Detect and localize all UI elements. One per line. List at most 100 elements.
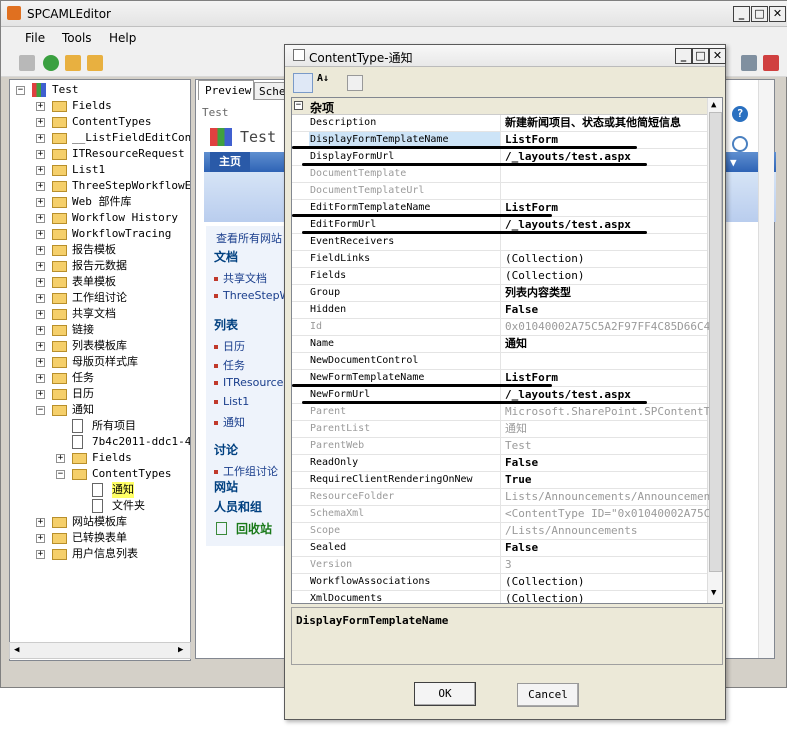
- settings-icon[interactable]: [741, 55, 757, 71]
- category-header[interactable]: − 杂项: [292, 98, 707, 115]
- property-row[interactable]: Fields (Collection): [292, 268, 707, 285]
- property-row[interactable]: Sealed False: [292, 540, 707, 557]
- property-row[interactable]: Scope/Lists/Announcements: [292, 523, 707, 540]
- property-value[interactable]: [503, 234, 709, 251]
- property-row[interactable]: Group 列表内容类型: [292, 285, 707, 302]
- property-value[interactable]: True: [503, 472, 709, 489]
- export-icon[interactable]: [87, 55, 103, 71]
- property-value[interactable]: False: [503, 540, 709, 557]
- expand-icon[interactable]: +: [36, 342, 45, 351]
- property-value[interactable]: [503, 353, 709, 370]
- property-value[interactable]: /Lists/Announcements: [503, 523, 709, 540]
- property-value[interactable]: (Collection): [503, 251, 709, 268]
- expand-icon[interactable]: +: [36, 294, 45, 303]
- property-value[interactable]: (Collection): [503, 574, 709, 591]
- expand-icon[interactable]: +: [36, 278, 45, 287]
- menu-file[interactable]: File: [25, 31, 45, 45]
- menu-tools[interactable]: Tools: [62, 31, 92, 45]
- property-row[interactable]: Name 通知: [292, 336, 707, 353]
- nav-sites[interactable]: 网站: [214, 478, 238, 495]
- property-row[interactable]: DocumentTemplate: [292, 166, 707, 183]
- property-value[interactable]: 通知: [503, 421, 709, 438]
- expand-icon[interactable]: +: [36, 230, 45, 239]
- property-value[interactable]: Test: [503, 438, 709, 455]
- property-value[interactable]: 新建新闻项目、状态或其他简短信息: [503, 115, 709, 132]
- scroll-right-icon[interactable]: ▶: [178, 645, 183, 655]
- property-row[interactable]: ParentList 通知: [292, 421, 707, 438]
- property-row[interactable]: ResourceFolder Lists/Announcements/Announ…: [292, 489, 709, 506]
- scroll-thumb[interactable]: [709, 112, 722, 572]
- property-value[interactable]: Lists/Announcements/Announcement: [503, 489, 709, 506]
- expand-icon[interactable]: +: [36, 358, 45, 367]
- property-row[interactable]: Hidden False: [292, 302, 707, 319]
- save-icon[interactable]: [19, 55, 35, 71]
- property-row[interactable]: ReadOnly False: [292, 455, 707, 472]
- expand-icon[interactable]: +: [36, 214, 45, 223]
- property-value[interactable]: 列表内容类型: [503, 285, 709, 302]
- property-row[interactable]: Parent Microsoft.SharePoint.SPContentType: [292, 404, 709, 421]
- tree-hscrollbar[interactable]: ◀ ▶: [9, 642, 191, 659]
- property-row[interactable]: FieldLinks (Collection): [292, 251, 707, 268]
- property-row[interactable]: Id 0x01040002A75C5A2F97FF4C85D66C45CD: [292, 319, 709, 336]
- scroll-down-icon[interactable]: ▼: [711, 588, 716, 598]
- property-value[interactable]: 通知: [503, 336, 709, 353]
- property-row[interactable]: RequireClientRenderingOnNew True: [292, 472, 707, 489]
- property-value[interactable]: (Collection): [503, 268, 709, 285]
- property-row[interactable]: Description 新建新闻项目、状态或其他简短信息: [292, 115, 707, 132]
- collapse-icon[interactable]: −: [36, 406, 45, 415]
- tab-home[interactable]: 主页: [210, 152, 250, 172]
- dropdown-icon[interactable]: ▼: [730, 156, 737, 169]
- menu-help[interactable]: Help: [109, 31, 136, 45]
- collapse-icon[interactable]: −: [294, 101, 303, 110]
- expand-icon[interactable]: +: [36, 550, 45, 559]
- property-value[interactable]: [503, 183, 709, 200]
- expand-icon[interactable]: +: [36, 134, 45, 143]
- ok-button[interactable]: OK: [414, 682, 476, 706]
- property-row[interactable]: SchemaXml <ContentType ID="0x01040002A75C…: [292, 506, 709, 523]
- property-value[interactable]: <ContentType ID="0x01040002A75C5A2: [503, 506, 709, 523]
- property-value[interactable]: False: [503, 302, 709, 319]
- property-value[interactable]: Microsoft.SharePoint.SPContentType: [503, 404, 709, 421]
- nav-people[interactable]: 人员和组: [214, 498, 262, 515]
- collapse-icon[interactable]: −: [56, 470, 65, 479]
- expand-icon[interactable]: +: [56, 454, 65, 463]
- search-icon[interactable]: [732, 136, 748, 152]
- sort-alpha-icon[interactable]: A↓: [317, 73, 337, 93]
- property-row[interactable]: WorkflowAssociations (Collection): [292, 574, 707, 591]
- property-pages-icon[interactable]: [347, 75, 363, 91]
- property-value[interactable]: 0x01040002A75C5A2F97FF4C85D66C45CD: [503, 319, 709, 336]
- maximize-button[interactable]: □: [751, 6, 768, 22]
- nav-section-heading[interactable]: 文档: [214, 248, 238, 265]
- expand-icon[interactable]: +: [36, 518, 45, 527]
- close-button[interactable]: ✕: [769, 6, 786, 22]
- expand-icon[interactable]: +: [36, 102, 45, 111]
- expand-icon[interactable]: +: [36, 534, 45, 543]
- expand-icon[interactable]: +: [36, 118, 45, 127]
- expand-icon[interactable]: +: [36, 166, 45, 175]
- minimize-button[interactable]: _: [733, 6, 750, 22]
- nav-section-heading[interactable]: 列表: [214, 316, 238, 333]
- help-icon[interactable]: ?: [732, 106, 748, 122]
- property-row[interactable]: XmlDocuments (Collection): [292, 591, 709, 603]
- expand-icon[interactable]: +: [36, 246, 45, 255]
- refresh-icon[interactable]: [43, 55, 59, 71]
- dialog-minimize-button[interactable]: _: [675, 48, 692, 64]
- property-value[interactable]: False: [503, 455, 709, 472]
- property-value[interactable]: (Collection): [503, 591, 709, 603]
- expand-icon[interactable]: +: [36, 374, 45, 383]
- categorized-icon[interactable]: [293, 73, 313, 93]
- property-row[interactable]: NewDocumentControl: [292, 353, 707, 370]
- property-value[interactable]: [503, 166, 709, 183]
- property-row[interactable]: Version 3: [292, 557, 707, 574]
- expand-icon[interactable]: +: [36, 310, 45, 319]
- scroll-left-icon[interactable]: ◀: [14, 645, 19, 655]
- property-row[interactable]: DocumentTemplateUrl: [292, 183, 707, 200]
- collapse-icon[interactable]: −: [16, 86, 25, 95]
- dialog-maximize-button[interactable]: □: [692, 48, 709, 64]
- expand-icon[interactable]: +: [36, 150, 45, 159]
- dialog-close-button[interactable]: ✕: [709, 48, 726, 64]
- property-row[interactable]: ParentWeb Test: [292, 438, 707, 455]
- preview-vscrollbar[interactable]: [758, 80, 774, 658]
- property-value[interactable]: 3: [503, 557, 709, 574]
- nav-recycle-bin[interactable]: 回收站: [236, 520, 272, 537]
